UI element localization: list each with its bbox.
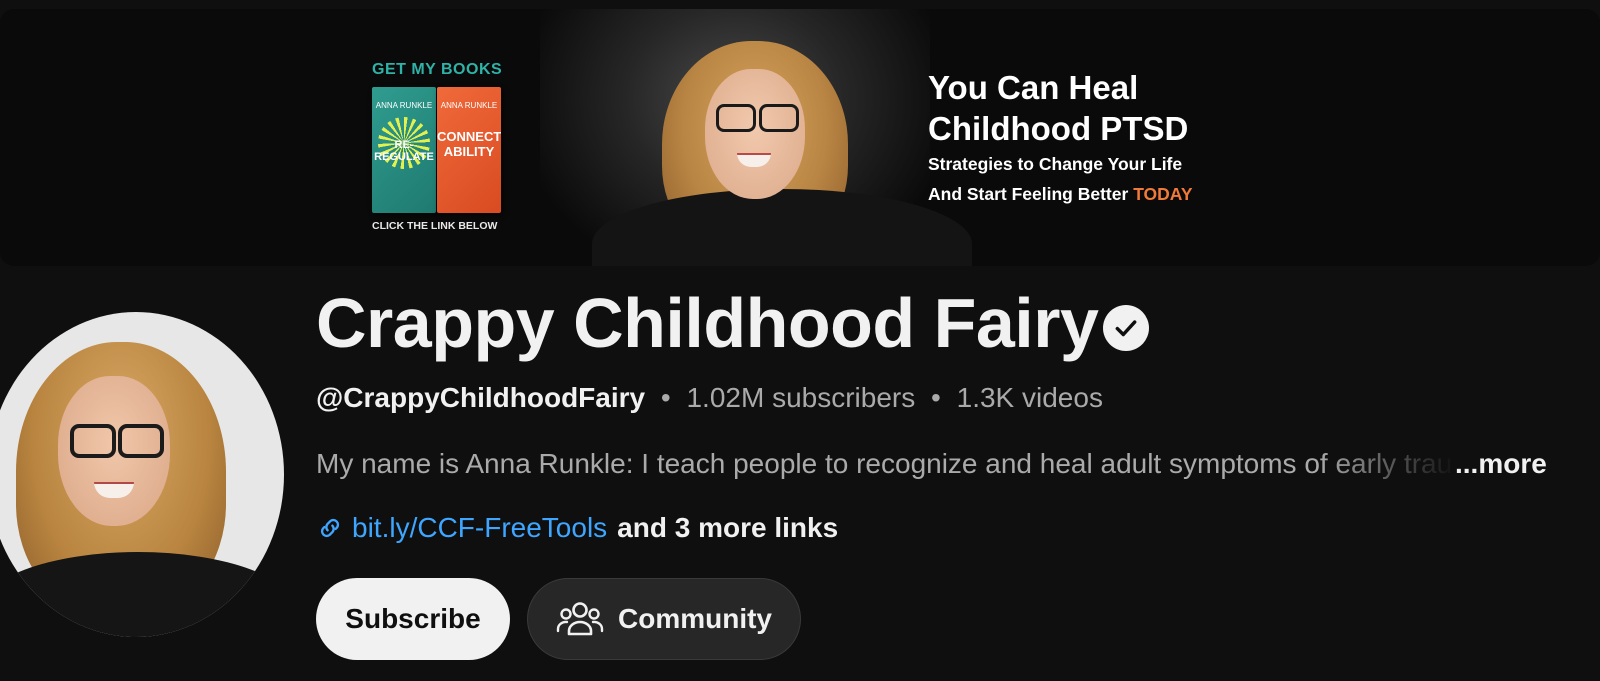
people-icon: [556, 602, 604, 636]
glasses-icon: [716, 104, 756, 132]
banner-subline1: Strategies to Change Your Life: [928, 154, 1183, 174]
banner-headline-line1: You Can Heal: [928, 69, 1139, 106]
subscriber-count: 1.02M subscribers: [686, 382, 916, 413]
book-title: CONNECT ABILITY: [437, 129, 501, 159]
more-links-button[interactable]: and 3 more links: [617, 512, 838, 544]
channel-description[interactable]: My name is Anna Runkle: I teach people t…: [316, 448, 1456, 480]
community-button[interactable]: Community: [527, 578, 801, 660]
avatar-body: [0, 552, 284, 637]
video-count: 1.3K videos: [956, 382, 1103, 413]
banner-subline2-highlight: TODAY: [1133, 184, 1193, 204]
book-author: ANNA RUNKLE: [440, 101, 498, 110]
channel-link-url[interactable]: bit.ly/CCF-FreeTools: [352, 512, 607, 544]
community-label: Community: [618, 603, 772, 634]
banner-books-title: GET MY BOOKS: [372, 61, 503, 78]
channel-avatar[interactable]: [0, 312, 284, 637]
banner-headline-line2: Childhood PTSD: [928, 110, 1189, 147]
banner-click-link: CLICK THE LINK BELOW: [372, 220, 498, 232]
banner-subline2-row: And Start Feeling Better TODAY: [928, 179, 1193, 209]
banner-subline2: And Start Feeling Better: [928, 184, 1129, 204]
book-title: RE-REGULATE: [374, 139, 434, 163]
verified-check-icon[interactable]: [1103, 305, 1149, 351]
glasses-icon: [759, 104, 799, 132]
glasses-icon: [70, 424, 116, 458]
check-icon: [1115, 320, 1137, 337]
book-author: ANNA RUNKLE: [375, 101, 433, 110]
channel-banner: GET MY BOOKS ANNA RUNKLE RE-REGULATE ANN…: [0, 9, 1600, 266]
subscribe-button[interactable]: Subscribe: [316, 578, 510, 660]
banner-subline: Strategies to Change Your Life And Start…: [928, 149, 1193, 209]
link-icon: [320, 518, 340, 538]
banner-headline: You Can Heal Childhood PTSD: [928, 67, 1188, 149]
meta-separator: •: [660, 382, 671, 413]
book-cover-connectability: ANNA RUNKLE CONNECT ABILITY: [437, 87, 501, 213]
meta-separator: •: [931, 382, 941, 413]
glasses-icon: [118, 424, 164, 458]
channel-handle: @CrappyChildhoodFairy: [316, 382, 646, 413]
channel-name: Crappy Childhood Fairy: [316, 284, 1099, 362]
description-more-button[interactable]: ...more: [1455, 448, 1547, 480]
channel-links: bit.ly/CCF-FreeTools and 3 more links: [316, 512, 838, 544]
banner-portrait-face: [705, 69, 805, 199]
book-cover-reregulate: ANNA RUNKLE RE-REGULATE: [372, 87, 436, 213]
channel-meta: @CrappyChildhoodFairy • 1.02M subscriber…: [316, 382, 1103, 414]
